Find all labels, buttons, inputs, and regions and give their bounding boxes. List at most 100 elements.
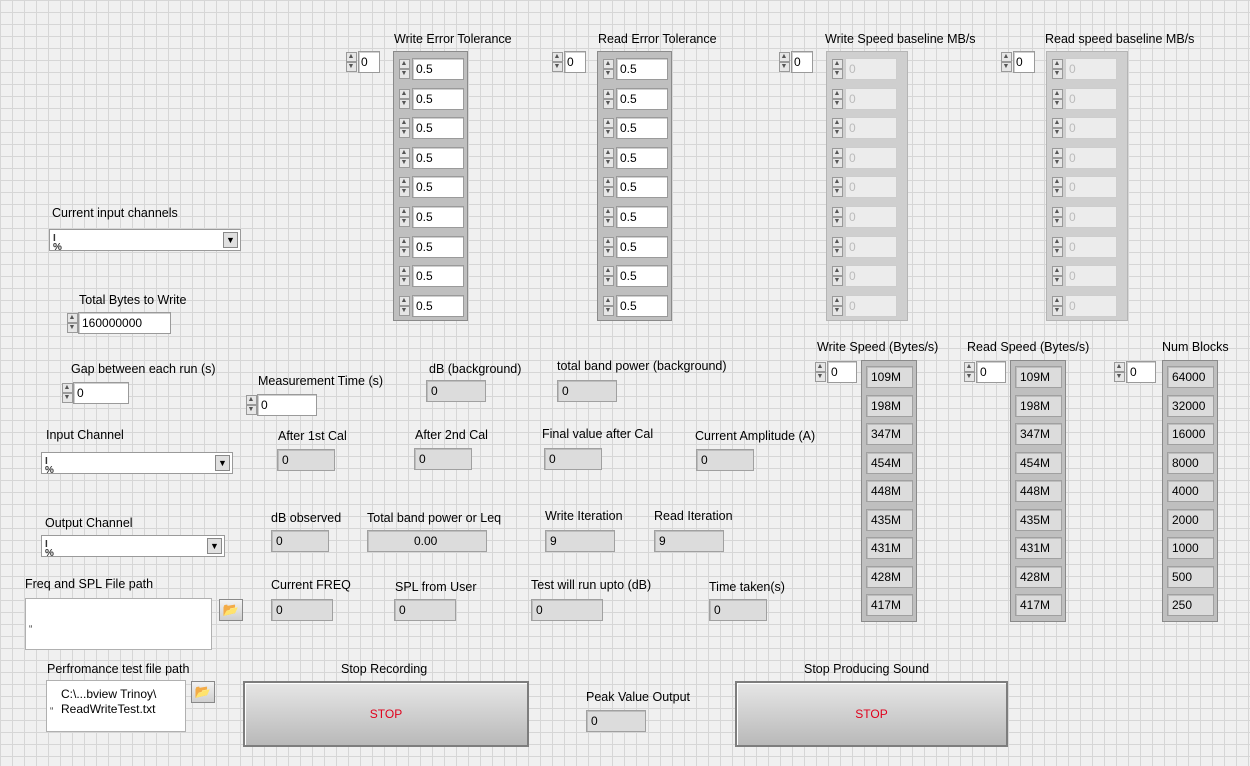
chevron-down-icon[interactable]: ▼ [223, 232, 238, 248]
element-spinner[interactable]: ▲ ▼ [831, 176, 843, 198]
element-spinner[interactable]: ▲ ▼ [602, 147, 614, 169]
element-spinner[interactable]: ▲ ▼ [1051, 206, 1063, 228]
element-spinner[interactable]: ▲ ▼ [398, 58, 410, 80]
element-value[interactable]: 0.5 [616, 265, 668, 288]
write-speed-index-spinner[interactable]: ▲ ▼ [814, 361, 826, 383]
element-value[interactable]: 0 [1065, 176, 1117, 199]
element-value[interactable]: 0.5 [412, 58, 464, 80]
element-value[interactable]: 0.5 [616, 176, 668, 199]
stop-recording-button[interactable]: STOP [243, 681, 529, 747]
element-value[interactable]: 0 [845, 206, 897, 228]
element-spinner[interactable]: ▲ ▼ [1051, 88, 1063, 110]
element-spinner[interactable]: ▲ ▼ [602, 236, 614, 258]
element-value[interactable]: 0.5 [616, 117, 668, 140]
element-value[interactable]: 0.5 [412, 146, 464, 169]
element-spinner[interactable]: ▲ ▼ [1051, 236, 1063, 258]
element-value[interactable]: 0 [1065, 58, 1117, 80]
element-value[interactable]: 0 [845, 176, 897, 199]
measurement-time-spinner[interactable]: ▲ ▼ [245, 394, 257, 416]
element-value[interactable]: 0.5 [412, 176, 464, 199]
element-spinner[interactable]: ▲ ▼ [398, 236, 410, 258]
element-spinner[interactable]: ▲ ▼ [398, 88, 410, 110]
num-blocks-index-spinner[interactable]: ▲ ▼ [1113, 361, 1125, 383]
element-spinner[interactable]: ▲ ▼ [831, 147, 843, 169]
element-spinner[interactable]: ▲ ▼ [398, 295, 410, 317]
freq-spl-path-input[interactable]: “ [25, 598, 212, 650]
gap-spinner[interactable]: ▲ ▼ [61, 382, 73, 404]
element-value[interactable]: 0 [845, 146, 897, 169]
element-value[interactable]: 0 [845, 117, 897, 140]
element-value[interactable]: 0.5 [412, 235, 464, 258]
element-value[interactable]: 0 [1065, 265, 1117, 288]
gap-input[interactable]: 0 [73, 382, 129, 404]
element-spinner[interactable]: ▲ ▼ [602, 88, 614, 110]
element-spinner[interactable]: ▲ ▼ [1051, 295, 1063, 317]
output-channel-select[interactable]: I% ▼ [41, 535, 225, 559]
element-spinner[interactable]: ▲ ▼ [831, 236, 843, 258]
element-spinner[interactable]: ▲ ▼ [1051, 117, 1063, 139]
element-spinner[interactable]: ▲ ▼ [831, 88, 843, 110]
read-speed-baseline-index[interactable]: 0 [1013, 51, 1035, 73]
element-value[interactable]: 0.5 [616, 87, 668, 110]
total-bytes-input[interactable]: 160000000 [78, 312, 171, 334]
stop-sound-button[interactable]: STOP [735, 681, 1008, 747]
read-error-tolerance-index-spinner[interactable]: ▲ ▼ [551, 51, 563, 73]
write-error-tolerance-index[interactable]: 0 [358, 51, 380, 73]
element-value[interactable]: 0 [845, 87, 897, 110]
element-value[interactable]: 0.5 [616, 294, 668, 317]
element-value[interactable]: 0.5 [412, 117, 464, 140]
element-value[interactable]: 0 [845, 294, 897, 317]
element-spinner[interactable]: ▲ ▼ [602, 206, 614, 228]
write-error-tolerance-index-spinner[interactable]: ▲ ▼ [345, 51, 357, 73]
element-spinner[interactable]: ▲ ▼ [602, 265, 614, 287]
chevron-down-icon[interactable]: ▼ [207, 538, 222, 554]
measurement-time-input[interactable]: 0 [257, 394, 317, 416]
folder-open-icon[interactable]: 📂 [219, 599, 243, 621]
num-blocks-index[interactable]: 0 [1126, 361, 1156, 383]
chevron-down-icon[interactable]: ▼ [215, 455, 230, 471]
element-value[interactable]: 0 [1065, 294, 1117, 317]
element-spinner[interactable]: ▲ ▼ [1051, 58, 1063, 80]
element-spinner[interactable]: ▲ ▼ [831, 265, 843, 287]
element-value[interactable]: 0 [1065, 87, 1117, 110]
write-speed-baseline-index[interactable]: 0 [791, 51, 813, 73]
read-error-tolerance-index[interactable]: 0 [564, 51, 586, 73]
element-value[interactable]: 0 [1065, 235, 1117, 258]
element-spinner[interactable]: ▲ ▼ [602, 58, 614, 80]
element-spinner[interactable]: ▲ ▼ [831, 58, 843, 80]
element-spinner[interactable]: ▲ ▼ [602, 176, 614, 198]
element-spinner[interactable]: ▲ ▼ [831, 295, 843, 317]
element-spinner[interactable]: ▲ ▼ [398, 176, 410, 198]
element-value[interactable]: 0.5 [616, 58, 668, 80]
element-spinner[interactable]: ▲ ▼ [398, 117, 410, 139]
element-spinner[interactable]: ▲ ▼ [602, 117, 614, 139]
element-value[interactable]: 0.5 [616, 235, 668, 258]
write-speed-baseline-index-spinner[interactable]: ▲ ▼ [778, 51, 790, 73]
element-spinner[interactable]: ▲ ▼ [398, 206, 410, 228]
element-value[interactable]: 0.5 [412, 87, 464, 110]
write-speed-index[interactable]: 0 [827, 361, 857, 383]
read-speed-index-spinner[interactable]: ▲ ▼ [963, 361, 975, 383]
element-value[interactable]: 0.5 [412, 265, 464, 288]
element-spinner[interactable]: ▲ ▼ [398, 147, 410, 169]
read-speed-index[interactable]: 0 [976, 361, 1006, 383]
element-value[interactable]: 0.5 [616, 206, 668, 228]
element-spinner[interactable]: ▲ ▼ [1051, 147, 1063, 169]
folder-open-icon[interactable]: 📂 [191, 681, 215, 703]
element-spinner[interactable]: ▲ ▼ [831, 206, 843, 228]
current-input-channels-select[interactable]: I% ▼ [49, 229, 241, 253]
element-value[interactable]: 0 [1065, 117, 1117, 140]
element-value[interactable]: 0 [845, 235, 897, 258]
read-speed-baseline-index-spinner[interactable]: ▲ ▼ [1000, 51, 1012, 73]
perf-test-path-input[interactable]: “ C:\...bview Trinoy\ ReadWriteTest.txt [46, 680, 186, 732]
total-bytes-spinner[interactable]: ▲ ▼ [66, 312, 78, 334]
input-channel-select[interactable]: I% ▼ [41, 452, 233, 476]
element-value[interactable]: 0 [845, 58, 897, 80]
element-value[interactable]: 0.5 [412, 294, 464, 317]
element-value[interactable]: 0.5 [412, 206, 464, 228]
element-value[interactable]: 0 [1065, 206, 1117, 228]
element-value[interactable]: 0 [845, 265, 897, 288]
element-spinner[interactable]: ▲ ▼ [831, 117, 843, 139]
element-spinner[interactable]: ▲ ▼ [602, 295, 614, 317]
element-spinner[interactable]: ▲ ▼ [1051, 265, 1063, 287]
